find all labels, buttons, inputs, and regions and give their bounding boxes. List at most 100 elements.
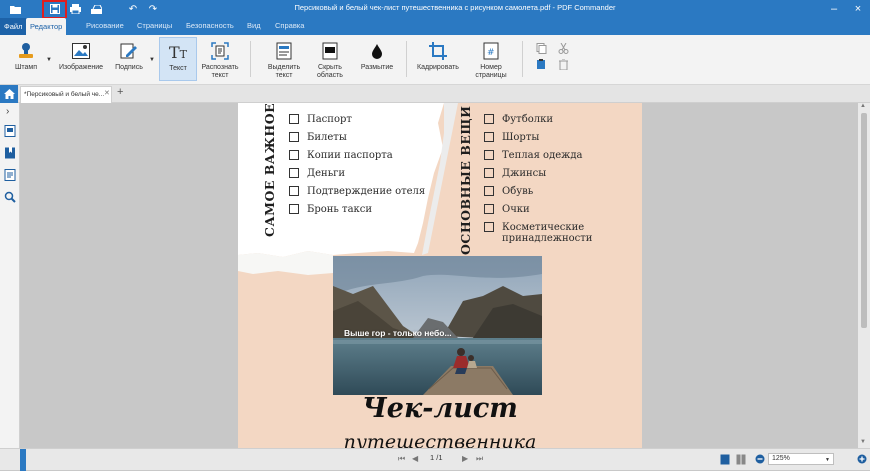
checklist-item[interactable]: Теплая одежда xyxy=(484,150,582,161)
checkbox[interactable] xyxy=(289,132,299,142)
checklist-item[interactable]: Косметические принадлежности xyxy=(484,222,614,244)
home-icon xyxy=(3,89,15,99)
drop-icon xyxy=(367,41,387,61)
right-section-heading: ОСНОВНЫЕ ВЕЩИ xyxy=(458,105,473,255)
cut-icon[interactable] xyxy=(558,43,569,54)
undo-icon[interactable]: ↶ xyxy=(126,2,140,16)
print-icon[interactable] xyxy=(68,2,82,16)
window-title: Персиковый и белый чек-лист путешественн… xyxy=(294,3,616,12)
zoom-in-icon[interactable] xyxy=(857,454,867,464)
current-page[interactable]: 1 xyxy=(430,453,434,462)
first-page-button[interactable]: ⏮ xyxy=(398,454,405,464)
scroll-up-icon[interactable]: ▲ xyxy=(860,103,866,109)
scan-icon[interactable] xyxy=(89,2,103,16)
checklist-title: Чек-лист xyxy=(362,393,518,424)
zoom-select[interactable]: 125% ▼ xyxy=(768,453,834,465)
signature-dropdown-icon[interactable]: ▼ xyxy=(149,57,155,63)
recognize-text-button[interactable]: Распознать текст xyxy=(200,37,240,81)
scroll-down-icon[interactable]: ▼ xyxy=(860,439,866,445)
paste-icon[interactable] xyxy=(536,59,547,70)
copy-icon[interactable] xyxy=(536,43,547,54)
pages-panel-icon[interactable] xyxy=(4,125,16,137)
checklist-item[interactable]: Копии паспорта xyxy=(289,150,393,161)
signature-button[interactable]: Подпись xyxy=(110,37,148,81)
close-button[interactable]: × xyxy=(850,1,866,17)
ribbon-separator xyxy=(250,41,251,77)
page-total: /1 xyxy=(436,453,443,462)
scroll-thumb[interactable] xyxy=(861,113,867,328)
blur-button[interactable]: Размытие xyxy=(356,37,398,81)
new-tab-button[interactable]: + xyxy=(117,86,123,98)
checklist-item[interactable]: Билеты xyxy=(289,132,347,143)
text-tool-button[interactable]: TT Текст xyxy=(159,37,197,81)
stamp-dropdown-icon[interactable]: ▼ xyxy=(46,57,52,63)
two-page-view-icon[interactable] xyxy=(736,454,746,465)
checkbox[interactable] xyxy=(484,222,494,232)
delete-icon[interactable] xyxy=(558,59,569,70)
checklist-item[interactable]: Паспорт xyxy=(289,114,352,125)
zoom-out-icon[interactable] xyxy=(755,454,765,464)
checkbox[interactable] xyxy=(484,186,494,196)
redo-icon[interactable]: ↷ xyxy=(146,2,160,16)
page-number-button[interactable]: # Номер страницы xyxy=(468,37,514,81)
pdf-page[interactable]: САМОЕ ВАЖНОЕ ОСНОВНЫЕ ВЕЩИ Паспорт Билет… xyxy=(238,103,642,448)
tab-drawing[interactable]: Рисование xyxy=(86,21,124,30)
status-accent xyxy=(20,449,26,471)
close-tab-icon[interactable]: ✕ xyxy=(104,89,110,97)
save-highlight-box xyxy=(42,0,67,19)
document-viewer[interactable]: САМОЕ ВАЖНОЕ ОСНОВНЫЕ ВЕЩИ Паспорт Билет… xyxy=(20,103,858,448)
home-button[interactable] xyxy=(0,85,18,103)
prev-page-button[interactable]: ◀ xyxy=(412,454,418,463)
checkbox[interactable] xyxy=(289,114,299,124)
document-tab-strip: *Персиковый и белый че... ✕ + xyxy=(0,85,870,103)
minimize-button[interactable]: – xyxy=(826,1,842,17)
open-folder-icon[interactable] xyxy=(8,2,22,16)
ribbon-separator xyxy=(522,41,523,77)
checkbox[interactable] xyxy=(484,114,494,124)
hide-area-button[interactable]: Скрыть область xyxy=(310,37,350,81)
checklist-item[interactable]: Деньги xyxy=(289,168,345,179)
search-icon[interactable] xyxy=(4,191,16,203)
checkbox[interactable] xyxy=(484,204,494,214)
checklist-subtitle: путешественника xyxy=(343,431,537,448)
checklist-item[interactable]: Шорты xyxy=(484,132,539,143)
checklist-item[interactable]: Очки xyxy=(484,204,530,215)
checklist-item[interactable]: Футболки xyxy=(484,114,553,125)
checklist-item[interactable]: Джинсы xyxy=(484,168,546,179)
checkbox[interactable] xyxy=(484,132,494,142)
next-page-button[interactable]: ▶ xyxy=(462,454,468,463)
expand-sidebar-icon[interactable]: › xyxy=(6,106,9,117)
comments-panel-icon[interactable] xyxy=(4,169,16,181)
image-button[interactable]: Изображение xyxy=(56,37,106,81)
tab-view[interactable]: Вид xyxy=(247,21,261,30)
checkbox[interactable] xyxy=(289,204,299,214)
stamp-button[interactable]: Штамп xyxy=(6,37,46,81)
menu-tab-bar: Файл Редактор Рисование Страницы Безопас… xyxy=(0,18,870,35)
page-indicator[interactable]: 1 /1 xyxy=(430,453,458,465)
checklist-item[interactable]: Обувь xyxy=(484,186,533,197)
document-tab[interactable]: *Персиковый и белый че... xyxy=(20,86,112,103)
checklist-item[interactable]: Бронь такси xyxy=(289,204,372,215)
highlight-text-button[interactable]: Выделить текст xyxy=(262,37,306,81)
tab-editor[interactable]: Редактор xyxy=(26,18,67,35)
ocr-icon xyxy=(210,41,230,61)
checkbox[interactable] xyxy=(484,168,494,178)
tab-security[interactable]: Безопасность xyxy=(186,21,234,30)
single-page-view-icon[interactable] xyxy=(720,454,730,465)
bookmarks-panel-icon[interactable] xyxy=(4,147,16,159)
tab-pages[interactable]: Страницы xyxy=(137,21,172,30)
checklist-item[interactable]: Подтверждение отеля xyxy=(289,186,425,197)
svg-text:#: # xyxy=(487,48,495,58)
last-page-button[interactable]: ⏭ xyxy=(476,454,483,464)
crop-button[interactable]: Кадрировать xyxy=(414,37,462,81)
tab-help[interactable]: Справка xyxy=(275,21,304,30)
status-bar: ⏮ ◀ 1 /1 ▶ ⏭ 125% ▼ xyxy=(0,448,870,471)
checkbox[interactable] xyxy=(289,186,299,196)
checkbox[interactable] xyxy=(484,150,494,160)
checkbox[interactable] xyxy=(289,168,299,178)
title-bar: ↶ ↷ Персиковый и белый чек-лист путешест… xyxy=(0,0,870,19)
vertical-scrollbar[interactable]: ▲ ▼ xyxy=(858,103,870,448)
checkbox[interactable] xyxy=(289,150,299,160)
crop-icon xyxy=(428,41,448,61)
signature-icon xyxy=(119,41,139,61)
